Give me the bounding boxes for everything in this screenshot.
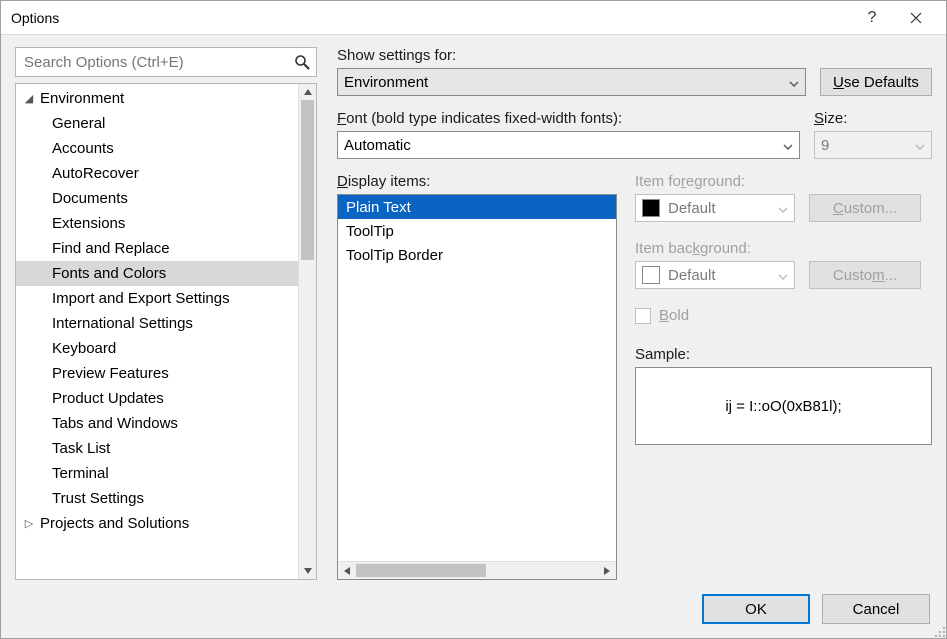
horizontal-scrollbar[interactable] <box>338 561 616 579</box>
font-label: Font (bold type indicates fixed-width fo… <box>337 110 800 127</box>
right-panel: Show settings for: Environment Use Defau… <box>337 47 932 580</box>
tree-item[interactable]: AutoRecover <box>16 161 298 186</box>
tree-item[interactable]: Accounts <box>16 136 298 161</box>
color-swatch-icon <box>642 199 660 217</box>
tree-item[interactable]: International Settings <box>16 311 298 336</box>
resize-grip-icon[interactable] <box>932 624 946 638</box>
title-bar: Options ? <box>1 1 946 35</box>
tree-item[interactable]: Terminal <box>16 461 298 486</box>
item-foreground-combo[interactable]: Default <box>635 194 795 222</box>
chevron-down-icon <box>778 200 788 217</box>
chevron-down-icon <box>778 267 788 284</box>
tree-item[interactable]: Product Updates <box>16 386 298 411</box>
expand-glyph-icon: ◢ <box>22 92 36 105</box>
size-combo[interactable]: 9 <box>814 131 932 159</box>
ok-button[interactable]: OK <box>702 594 810 624</box>
item-foreground-label: Item foreground: <box>635 173 932 190</box>
tree-item[interactable]: Find and Replace <box>16 236 298 261</box>
options-tree[interactable]: ◢ Environment General Accounts AutoRecov… <box>15 83 317 580</box>
bold-checkbox[interactable]: Bold <box>635 307 932 324</box>
chevron-down-icon <box>789 74 799 91</box>
tree-item[interactable]: Import and Export Settings <box>16 286 298 311</box>
custom-background-button[interactable]: Custom... <box>809 261 921 289</box>
dialog-footer: OK Cancel <box>1 580 946 638</box>
chevron-down-icon <box>783 137 793 154</box>
close-icon <box>910 12 922 24</box>
sample-label: Sample: <box>635 346 932 363</box>
window-title: Options <box>11 10 59 26</box>
display-items-listbox[interactable]: Plain Text ToolTip ToolTip Border <box>337 194 617 580</box>
close-button[interactable] <box>894 3 938 33</box>
search-box[interactable] <box>15 47 317 77</box>
scroll-right-icon[interactable] <box>598 562 616 579</box>
scroll-thumb[interactable] <box>356 564 486 577</box>
tree-item[interactable]: Preview Features <box>16 361 298 386</box>
tree-item[interactable]: General <box>16 111 298 136</box>
chevron-down-icon <box>915 137 925 154</box>
search-icon <box>288 54 316 70</box>
tree-item-fonts-and-colors[interactable]: Fonts and Colors <box>16 261 298 286</box>
display-items-label: Display items: <box>337 173 617 190</box>
bold-label: Bold <box>659 307 689 324</box>
list-item[interactable]: Plain Text <box>338 195 616 219</box>
tree-node-environment[interactable]: ◢ Environment <box>16 86 298 111</box>
tree-node-projects[interactable]: ▷ Projects and Solutions <box>16 511 298 536</box>
tree-scrollbar[interactable] <box>298 84 316 579</box>
show-settings-label: Show settings for: <box>337 47 806 64</box>
tree-item[interactable]: Extensions <box>16 211 298 236</box>
tree-item[interactable]: Keyboard <box>16 336 298 361</box>
search-input[interactable] <box>16 54 288 71</box>
help-button[interactable]: ? <box>850 3 894 33</box>
tree-item[interactable]: Task List <box>16 436 298 461</box>
font-combo[interactable]: Automatic <box>337 131 800 159</box>
size-label: Size: <box>814 110 932 127</box>
tree-item[interactable]: Tabs and Windows <box>16 411 298 436</box>
tree-item[interactable]: Trust Settings <box>16 486 298 511</box>
custom-foreground-button[interactable]: Custom... <box>809 194 921 222</box>
scroll-up-icon[interactable] <box>299 84 316 100</box>
cancel-button[interactable]: Cancel <box>822 594 930 624</box>
use-defaults-button[interactable]: Use Defaults <box>820 68 932 96</box>
sample-box: ij = I::oO(0xB81l); <box>635 367 932 445</box>
color-swatch-icon <box>642 266 660 284</box>
item-background-combo[interactable]: Default <box>635 261 795 289</box>
tree-item[interactable]: Documents <box>16 186 298 211</box>
show-settings-combo[interactable]: Environment <box>337 68 806 96</box>
left-panel: ◢ Environment General Accounts AutoRecov… <box>15 47 317 580</box>
scroll-left-icon[interactable] <box>338 562 356 579</box>
item-background-label: Item background: <box>635 240 932 257</box>
content-area: ◢ Environment General Accounts AutoRecov… <box>1 35 946 580</box>
scroll-down-icon[interactable] <box>299 563 316 579</box>
checkbox-icon <box>635 308 651 324</box>
collapse-glyph-icon: ▷ <box>22 517 36 530</box>
list-item[interactable]: ToolTip <box>338 219 616 243</box>
list-item[interactable]: ToolTip Border <box>338 243 616 267</box>
help-icon: ? <box>868 9 877 27</box>
sample-text: ij = I::oO(0xB81l); <box>725 398 841 415</box>
scroll-thumb[interactable] <box>301 100 314 260</box>
